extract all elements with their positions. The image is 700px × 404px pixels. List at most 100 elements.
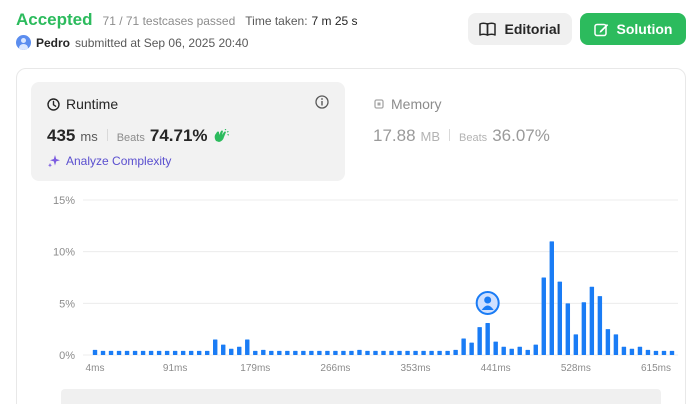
chart-bar (445, 350, 450, 355)
y-tick-label: 0% (59, 350, 75, 362)
info-icon[interactable] (315, 95, 329, 109)
chart-bar (421, 350, 426, 355)
chart-bar (669, 350, 675, 355)
runtime-title: Runtime (66, 96, 119, 112)
chart-bar (116, 350, 122, 355)
runtime-metrics: 435 ms Beats 74.71% (47, 126, 229, 146)
submission-header: Accepted 71 / 71 testcases passed Time t… (16, 10, 686, 58)
performance-card: Runtime 435 ms Beats 74.71% Analyze Comp… (16, 68, 686, 404)
x-tick-label: 528ms (561, 363, 591, 374)
clock-icon (47, 97, 60, 111)
submission-time: submitted at Sep 06, 2025 20:40 (75, 35, 249, 50)
memory-beats-label: Beats (459, 132, 488, 144)
chart-bar (565, 303, 571, 355)
user-name-link[interactable]: Pedro (36, 36, 70, 50)
chart-bar (501, 346, 506, 355)
chart-bar (437, 350, 442, 355)
status-accepted: Accepted (16, 10, 93, 29)
chart-bar (269, 350, 274, 355)
x-tick-label: 615ms (641, 363, 671, 374)
chart-bar (469, 342, 474, 355)
solution-button[interactable]: Solution (580, 13, 686, 45)
chart-bar (549, 241, 554, 355)
chart-bar (148, 350, 154, 355)
y-tick-label: 5% (59, 298, 75, 310)
solution-label: Solution (616, 21, 673, 37)
chart-bar (261, 349, 266, 355)
chart-bar (453, 349, 458, 355)
chart-bar (317, 350, 322, 355)
chart-bar (325, 350, 330, 355)
chart-bar (132, 350, 138, 355)
chart-bar (413, 350, 418, 355)
chart-bar (533, 344, 538, 355)
runtime-unit: ms (80, 129, 98, 144)
edit-icon (593, 23, 608, 36)
chart-bar (397, 350, 402, 355)
runtime-distribution-svg: 0% 5% 10% 15% 4ms 91ms 179ms 266ms 353ms 441ms 528… (53, 195, 678, 374)
chart-bar (541, 277, 546, 355)
chart-bar (637, 346, 643, 355)
chart-bar (124, 350, 130, 355)
sparkle-icon (48, 155, 60, 168)
chip-icon (374, 99, 384, 109)
runtime-distribution-chart[interactable]: 0% 5% 10% 15% 4ms 91ms 179ms 266ms 353ms 441ms 528… (33, 185, 687, 404)
chart-bar (333, 350, 338, 355)
chart-bar (164, 350, 170, 355)
chart-bar (405, 350, 410, 355)
chart-bar (92, 349, 98, 355)
chart-bar (429, 350, 434, 355)
memory-panel[interactable]: Memory 17.88 MB Beats 36.07% (359, 82, 659, 181)
chart-bar (309, 350, 314, 355)
memory-title: Memory (391, 96, 442, 112)
chart-bar (229, 348, 234, 355)
user-avatar[interactable] (16, 35, 31, 50)
chart-bar (221, 344, 226, 355)
chart-range-scrollbar[interactable] (61, 389, 661, 404)
chart-bar (100, 350, 106, 355)
x-tick-label: 353ms (401, 363, 431, 374)
chart-bar (253, 350, 258, 355)
chart-bar (645, 349, 651, 355)
x-tick-label: 179ms (240, 363, 270, 374)
runtime-title-row: Runtime (47, 96, 118, 112)
editorial-label: Editorial (504, 21, 561, 37)
chart-bar (629, 348, 635, 355)
x-tick-label: 4ms (86, 363, 105, 374)
memory-value: 17.88 (373, 126, 416, 145)
chart-bar (301, 350, 306, 355)
chart-bar (365, 350, 370, 355)
runtime-beats-value: 74.71% (149, 126, 208, 145)
chart-bar (525, 349, 530, 355)
analyze-complexity-link[interactable]: Analyze Complexity (47, 154, 171, 168)
clap-hands-icon (214, 129, 229, 142)
runtime-beats-label: Beats (116, 132, 145, 144)
chart-bar (373, 350, 378, 355)
book-open-icon (479, 22, 497, 36)
chart-bar (589, 286, 595, 355)
chart-bar (389, 350, 394, 355)
chart-bar (156, 350, 162, 355)
chart-bar (461, 338, 466, 355)
chart-bar (341, 350, 346, 355)
editorial-button[interactable]: Editorial (468, 13, 572, 45)
x-tick-label: 266ms (320, 363, 350, 374)
chart-bar (493, 341, 498, 355)
chart-bar (605, 329, 611, 355)
memory-title-row: Memory (373, 96, 442, 112)
chart-bar (188, 350, 194, 355)
chart-bar (237, 346, 242, 355)
chart-bar (557, 281, 563, 355)
memory-beats-value: 36.07% (492, 126, 550, 145)
analyze-label: Analyze Complexity (66, 154, 172, 168)
chart-bar (245, 339, 250, 355)
chart-bar (140, 350, 146, 355)
metric-divider (449, 129, 451, 141)
chart-bar (196, 350, 202, 355)
chart-bar (573, 334, 579, 355)
runtime-panel[interactable]: Runtime 435 ms Beats 74.71% Analyze Comp… (31, 82, 345, 181)
chart-bar (180, 350, 186, 355)
time-taken-label: Time taken: (245, 14, 308, 28)
chart-bar (613, 334, 619, 355)
chart-bar (108, 350, 114, 355)
